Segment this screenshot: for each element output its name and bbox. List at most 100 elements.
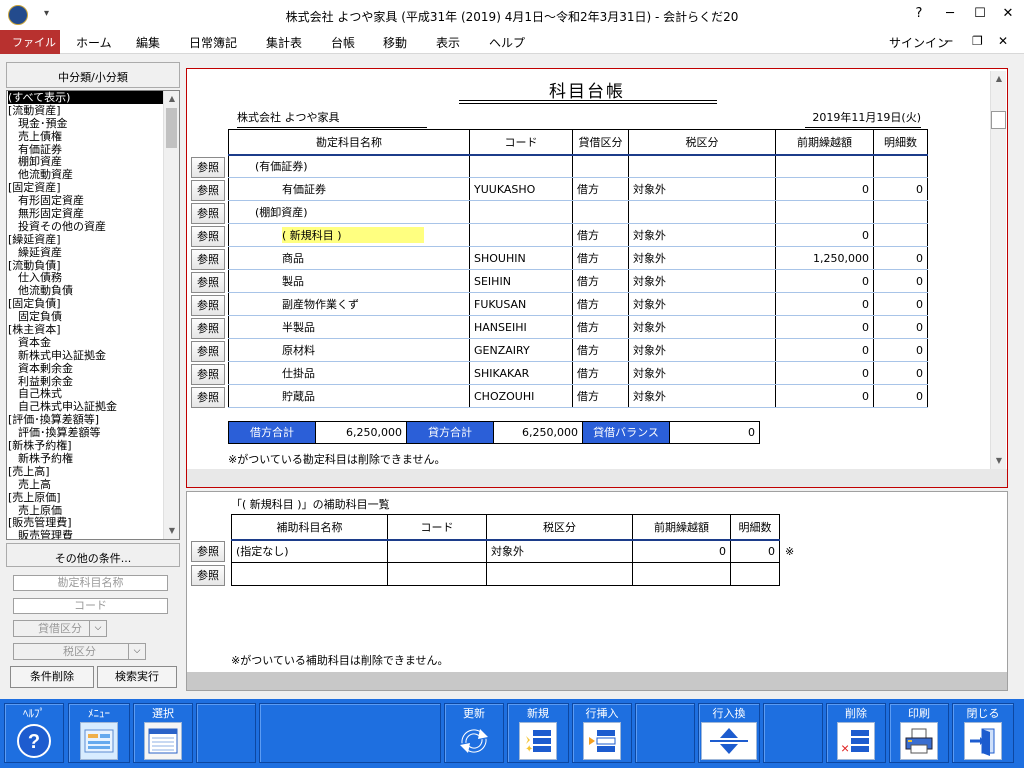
ledger-cell-tax[interactable]: 対象外	[628, 361, 776, 385]
tree-item[interactable]: [販売管理費]	[8, 516, 164, 529]
help-button[interactable]: ﾍﾙﾌﾟ ?	[4, 703, 64, 763]
ledger-cell-code[interactable]: GENZAIRY	[469, 338, 573, 362]
sub-col-header-count[interactable]: 明細数	[730, 514, 780, 541]
ledger-cell-count[interactable]: 0	[873, 269, 928, 293]
ledger-cell-balance[interactable]: 0	[775, 269, 874, 293]
menu-edit[interactable]: 編集	[136, 34, 160, 51]
ledger-cell-count[interactable]: 0	[873, 292, 928, 316]
sub-reference-button[interactable]: 参照	[191, 565, 225, 586]
ledger-cell-tax[interactable]: 対象外	[628, 223, 776, 247]
sub-col-header-code[interactable]: コード	[387, 514, 487, 541]
tree-item[interactable]: [評価･換算差額等]	[8, 413, 164, 426]
ledger-cell-balance[interactable]	[775, 154, 874, 178]
tax-category-select[interactable]: 税区分 ⌵	[13, 643, 146, 660]
ledger-cell-count[interactable]: 0	[873, 338, 928, 362]
ledger-cell-dc[interactable]: 借方	[572, 338, 629, 362]
ledger-cell-name[interactable]: 商品	[228, 246, 470, 270]
ledger-row[interactable]: ( 新規科目 ) 借方 対象外 0	[228, 223, 928, 247]
ledger-cell-dc[interactable]: 借方	[572, 315, 629, 339]
ledger-cell-balance[interactable]: 1,250,000	[775, 246, 874, 270]
ledger-cell-name[interactable]: 製品	[228, 269, 470, 293]
ledger-cell-tax[interactable]: 対象外	[628, 269, 776, 293]
ledger-cell-dc[interactable]	[572, 154, 629, 178]
col-header-account-name[interactable]: 勘定科目名称	[228, 129, 470, 156]
sub-cell-code[interactable]	[387, 539, 487, 563]
debit-credit-select[interactable]: 貸借区分 ⌵	[13, 620, 107, 637]
search-button[interactable]: 検索実行	[97, 666, 177, 688]
tree-item[interactable]: 新株予約権	[8, 452, 164, 465]
scroll-up-icon[interactable]: ▲	[991, 71, 1007, 87]
ledger-cell-balance[interactable]: 0	[775, 223, 874, 247]
ledger-cell-code[interactable]: YUUKASHO	[469, 177, 573, 201]
menu-ledger[interactable]: 台帳	[331, 34, 355, 51]
tree-item[interactable]: 固定負債	[8, 310, 164, 323]
ledger-cell-dc[interactable]: 借方	[572, 292, 629, 316]
col-header-debit-credit[interactable]: 貸借区分	[572, 129, 629, 156]
tree-item[interactable]: [繰延資産]	[8, 233, 164, 246]
ledger-cell-dc[interactable]: 借方	[572, 361, 629, 385]
refresh-button[interactable]: 更新	[444, 703, 504, 763]
ledger-row[interactable]: 副産物作業くず FUKUSAN 借方 対象外 0 0	[228, 292, 928, 316]
ledger-row[interactable]: 仕掛品 SHIKAKAR 借方 対象外 0 0	[228, 361, 928, 385]
inner-minimize-icon[interactable]: ─	[945, 34, 952, 48]
ledger-cell-code[interactable]: SEIHIN	[469, 269, 573, 293]
insert-row-button[interactable]: 行挿入	[572, 703, 632, 763]
sub-cell-balance[interactable]	[632, 562, 731, 586]
ledger-cell-tax[interactable]	[628, 200, 776, 224]
ledger-cell-count[interactable]	[873, 223, 928, 247]
ledger-cell-balance[interactable]: 0	[775, 338, 874, 362]
sub-account-row[interactable]: (指定なし) 対象外 0 0	[231, 539, 780, 563]
tree-item[interactable]: [新株予約権]	[8, 439, 164, 452]
close-button[interactable]: 閉じる	[952, 703, 1014, 763]
ledger-cell-count[interactable]: 0	[873, 361, 928, 385]
ledger-cell-count[interactable]	[873, 154, 928, 178]
ledger-cell-tax[interactable]: 対象外	[628, 338, 776, 362]
menu-summary[interactable]: 集計表	[266, 34, 302, 51]
ledger-row[interactable]: 原材料 GENZAIRY 借方 対象外 0 0	[228, 338, 928, 362]
tree-item[interactable]: [固定負債]	[8, 297, 164, 310]
menu-view[interactable]: 表示	[436, 34, 460, 51]
tree-item[interactable]: 販売管理費	[8, 529, 164, 539]
ledger-cell-code[interactable]: HANSEIHI	[469, 315, 573, 339]
code-field[interactable]: コード	[13, 598, 168, 614]
ledger-cell-count[interactable]: 0	[873, 315, 928, 339]
ledger-cell-tax[interactable]: 対象外	[628, 246, 776, 270]
tree-item[interactable]: 利益剰余金	[8, 375, 164, 388]
tree-item[interactable]: [株主資本]	[8, 323, 164, 336]
menu-help[interactable]: ヘルプ	[489, 34, 525, 51]
tree-item[interactable]: [流動資産]	[8, 104, 164, 117]
ledger-cell-dc[interactable]: 借方	[572, 177, 629, 201]
sub-cell-code[interactable]	[387, 562, 487, 586]
reference-button[interactable]: 参照	[191, 272, 225, 293]
reference-button[interactable]: 参照	[191, 226, 225, 247]
col-header-count[interactable]: 明細数	[873, 129, 928, 156]
chevron-down-icon[interactable]: ⌵	[128, 644, 145, 659]
ledger-cell-tax[interactable]: 対象外	[628, 384, 776, 408]
ledger-cell-name[interactable]: (有価証券)	[228, 154, 470, 178]
ledger-cell-name[interactable]: 原材料	[228, 338, 470, 362]
tree-item[interactable]: (すべて表示)	[8, 91, 164, 104]
tree-item[interactable]: 評価･換算差額等	[8, 426, 164, 439]
ledger-cell-count[interactable]: 0	[873, 177, 928, 201]
reference-button[interactable]: 参照	[191, 341, 225, 362]
menu-button[interactable]: ﾒﾆｭｰ	[68, 703, 130, 763]
col-header-tax[interactable]: 税区分	[628, 129, 776, 156]
ledger-cell-dc[interactable]: 借方	[572, 269, 629, 293]
sub-col-header-name[interactable]: 補助科目名称	[231, 514, 388, 541]
tree-item[interactable]: 他流動負債	[8, 284, 164, 297]
sub-cell-name[interactable]: (指定なし)	[231, 539, 388, 563]
tree-scrollbar[interactable]: ▲ ▼	[163, 91, 179, 539]
tree-item[interactable]: [売上高]	[8, 465, 164, 478]
ledger-row[interactable]: (棚卸資産)	[228, 200, 928, 224]
tree-item[interactable]: 資本金	[8, 336, 164, 349]
ledger-cell-code[interactable]: SHOUHIN	[469, 246, 573, 270]
menu-home[interactable]: ホーム	[76, 34, 112, 51]
col-header-balance[interactable]: 前期繰越額	[775, 129, 874, 156]
reference-button[interactable]: 参照	[191, 180, 225, 201]
delete-button[interactable]: 削除 ×	[826, 703, 886, 763]
category-tree[interactable]: (すべて表示) [流動資産] 現金･預金 売上債権 有価証券 棚卸資産 他流動資産 [固定資産…	[6, 90, 180, 540]
ledger-cell-balance[interactable]: 0	[775, 292, 874, 316]
reference-button[interactable]: 参照	[191, 157, 225, 178]
tree-item[interactable]: 現金･預金	[8, 117, 164, 130]
sub-account-row[interactable]	[231, 562, 780, 586]
